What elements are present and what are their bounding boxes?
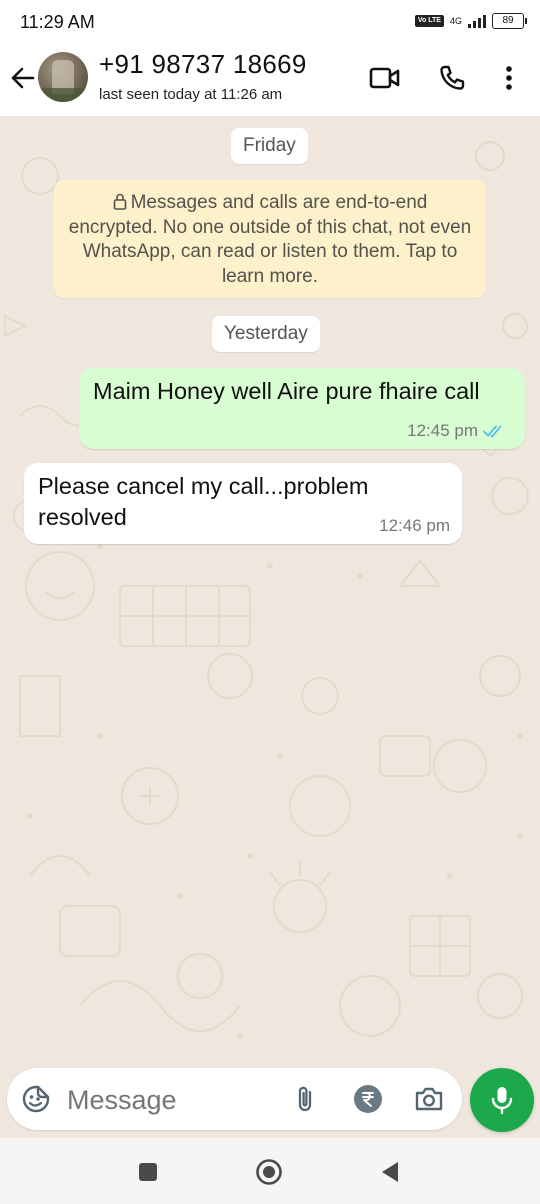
status-indicators: Vo LTE 4G 89 [414, 13, 527, 29]
voice-call-button[interactable] [432, 58, 472, 98]
read-ticks-icon [483, 425, 502, 438]
chat-header: +91 98737 18669 last seen today at 11:26… [0, 46, 540, 116]
attach-button[interactable] [291, 1084, 321, 1114]
incoming-message[interactable]: Please cancel my call...problem resolved… [24, 463, 462, 544]
camera-icon [415, 1087, 443, 1111]
payment-button[interactable] [353, 1084, 383, 1114]
system-nav-bar [0, 1138, 540, 1204]
sticker-icon [22, 1085, 50, 1113]
back-arrow-icon[interactable] [8, 63, 38, 93]
last-seen-status[interactable]: last seen today at 11:26 am [99, 86, 282, 103]
status-bar: 11:29 AM Vo LTE 4G 89 [0, 0, 540, 46]
message-meta: 12:46 pm [379, 516, 450, 536]
voice-message-button[interactable] [470, 1068, 534, 1132]
video-call-icon [369, 67, 400, 89]
nav-home-button[interactable] [255, 1158, 283, 1186]
lock-icon [113, 193, 126, 210]
contact-name[interactable]: +91 98737 18669 [99, 49, 307, 80]
battery-icon: 89 [492, 13, 527, 29]
attach-icon [298, 1086, 312, 1112]
message-composer [7, 1068, 462, 1130]
triangle-back-icon [382, 1162, 398, 1182]
square-icon [139, 1163, 157, 1181]
message-time: 12:46 pm [379, 516, 450, 535]
date-separator-friday: Friday [231, 128, 308, 164]
nav-recents-button[interactable] [134, 1158, 162, 1186]
video-call-button[interactable] [365, 58, 405, 98]
phone-icon [440, 65, 465, 90]
rupee-icon [354, 1085, 382, 1113]
volte-badge: Vo LTE [414, 15, 444, 27]
signal-icon [468, 14, 486, 28]
outgoing-message[interactable]: Maim Honey well Aire pure fhaire call 12… [79, 368, 525, 449]
date-separator-yesterday: Yesterday [212, 316, 320, 352]
camera-button[interactable] [413, 1084, 445, 1114]
sticker-button[interactable] [21, 1084, 51, 1114]
chat-area[interactable]: Friday Messages and calls are end-to-end… [0, 116, 540, 1066]
battery-level: 89 [502, 15, 514, 26]
more-vert-icon [506, 66, 512, 90]
status-time: 11:29 AM [20, 12, 95, 32]
message-meta: 12:45 pm [407, 421, 505, 441]
avatar[interactable] [38, 52, 88, 102]
message-text: Maim Honey well Aire pure fhaire call [93, 378, 480, 404]
message-input[interactable] [65, 1078, 279, 1122]
nav-back-button[interactable] [376, 1158, 404, 1186]
circle-home-icon [256, 1159, 282, 1185]
more-options-button[interactable] [489, 58, 529, 98]
mic-icon [491, 1087, 513, 1115]
network-type: 4G [449, 15, 462, 26]
encryption-notice-text: Messages and calls are end-to-end encryp… [68, 192, 472, 287]
encryption-notice[interactable]: Messages and calls are end-to-end encryp… [54, 180, 486, 298]
message-time: 12:45 pm [407, 421, 478, 440]
